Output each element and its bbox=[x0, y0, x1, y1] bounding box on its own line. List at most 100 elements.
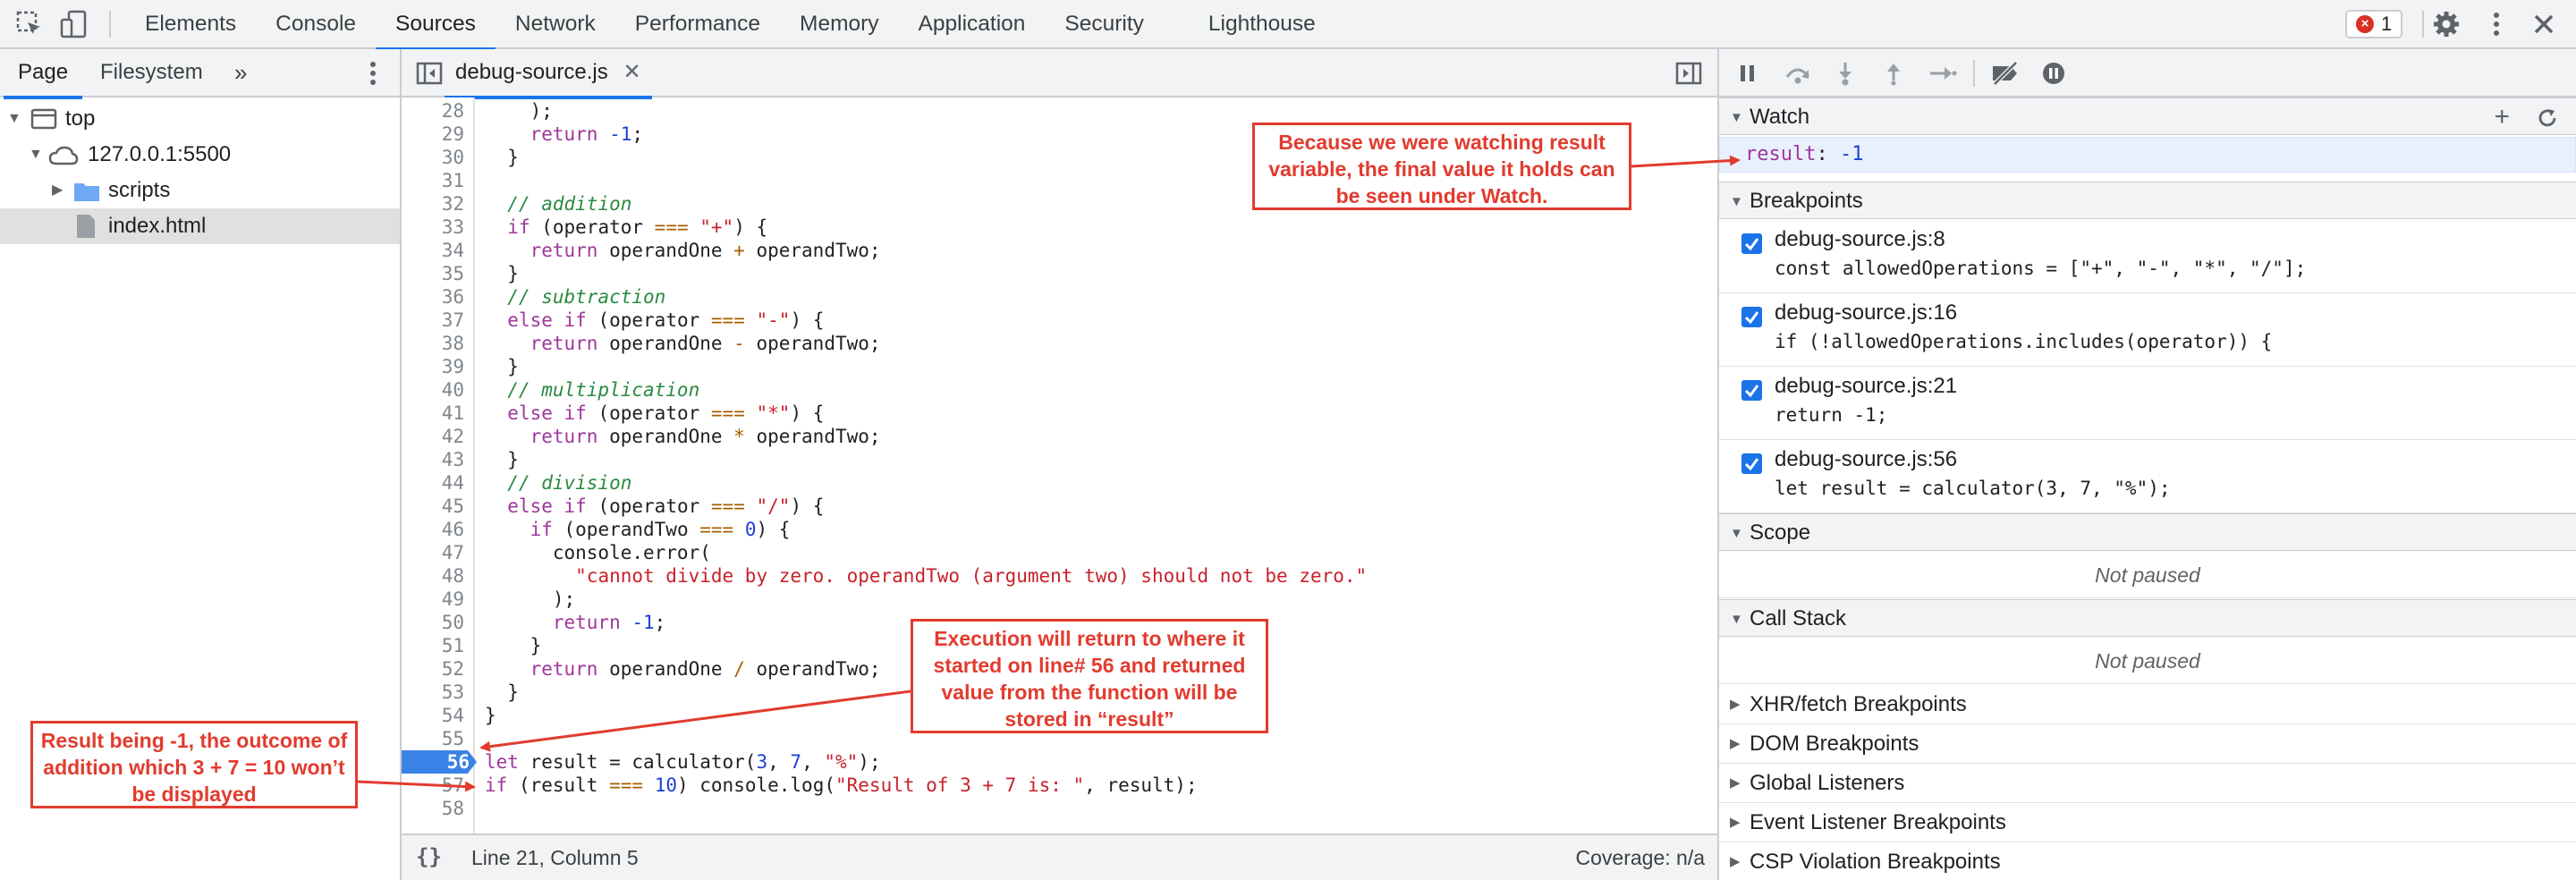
tab-lighthouse[interactable]: Lighthouse bbox=[1189, 0, 1335, 49]
coverage-status[interactable]: Coverage: n/a bbox=[1576, 846, 1705, 870]
breakpoint-item[interactable]: debug-source.js:56 let result = calculat… bbox=[1719, 440, 2576, 513]
line-number[interactable]: 55 bbox=[402, 727, 471, 750]
watch-expression-row[interactable]: result: -1 bbox=[1719, 137, 2576, 173]
breakpoint-item[interactable]: debug-source.js:8 const allowedOperation… bbox=[1719, 220, 2576, 293]
tab-security[interactable]: Security bbox=[1045, 0, 1164, 49]
device-toolbar-icon[interactable] bbox=[59, 9, 89, 39]
navigator-menu-icon[interactable] bbox=[358, 58, 388, 89]
tab-sources[interactable]: Sources bbox=[376, 0, 496, 51]
code-line[interactable]: 44 // division bbox=[402, 471, 1717, 495]
code-line[interactable]: 48 "cannot divide by zero. operandTwo (a… bbox=[402, 564, 1717, 588]
line-number[interactable]: 32 bbox=[402, 192, 471, 216]
step-icon[interactable] bbox=[1928, 63, 1957, 84]
line-number[interactable]: 54 bbox=[402, 704, 471, 727]
dom-breakpoints-section[interactable]: ▶ DOM Breakpoints bbox=[1719, 724, 2576, 764]
tree-item-top[interactable]: ▼ top bbox=[0, 101, 400, 137]
code-line[interactable]: 36 // subtraction bbox=[402, 285, 1717, 309]
breakpoints-section-header[interactable]: ▼ Breakpoints bbox=[1719, 182, 2576, 219]
line-number[interactable]: 42 bbox=[402, 425, 471, 448]
inspect-element-icon[interactable] bbox=[14, 9, 45, 39]
watch-section-header[interactable]: ▼ Watch + bbox=[1719, 97, 2576, 135]
code-line[interactable]: 46 if (operandTwo === 0) { bbox=[402, 518, 1717, 541]
global-listeners-section[interactable]: ▶ Global Listeners bbox=[1719, 764, 2576, 803]
step-out-icon[interactable] bbox=[1882, 61, 1905, 86]
scope-section-header[interactable]: ▼ Scope bbox=[1719, 513, 2576, 551]
tab-console[interactable]: Console bbox=[256, 0, 376, 49]
line-number[interactable]: 57 bbox=[402, 774, 471, 797]
tree-item-host[interactable]: ▼ 127.0.0.1:5500 bbox=[0, 137, 400, 173]
line-number[interactable]: 58 bbox=[402, 797, 471, 820]
csp-violation-breakpoints-section[interactable]: ▶ CSP Violation Breakpoints bbox=[1719, 842, 2576, 880]
line-number[interactable]: 47 bbox=[402, 541, 471, 564]
code-line[interactable]: 34 return operandOne + operandTwo; bbox=[402, 239, 1717, 262]
xhr-breakpoints-section[interactable]: ▶ XHR/fetch Breakpoints bbox=[1719, 685, 2576, 724]
line-number[interactable]: 41 bbox=[402, 402, 471, 425]
pause-on-exceptions-icon[interactable] bbox=[2041, 61, 2066, 86]
code-line[interactable]: 35 } bbox=[402, 262, 1717, 285]
breakpoint-item[interactable]: debug-source.js:16 if (!allowedOperation… bbox=[1719, 293, 2576, 367]
code-line[interactable]: 28 ); bbox=[402, 99, 1717, 123]
code-line[interactable]: 49 ); bbox=[402, 588, 1717, 611]
line-number[interactable]: 53 bbox=[402, 681, 471, 704]
step-into-icon[interactable] bbox=[1834, 61, 1857, 86]
breakpoint-checkbox[interactable] bbox=[1741, 380, 1762, 401]
code-line[interactable]: 47 console.error( bbox=[402, 541, 1717, 564]
refresh-watch-icon[interactable] bbox=[2537, 107, 2558, 129]
call-stack-section-header[interactable]: ▼ Call Stack bbox=[1719, 599, 2576, 637]
line-number[interactable]: 34 bbox=[402, 239, 471, 262]
breakpoint-checkbox[interactable] bbox=[1741, 233, 1762, 254]
breakpoint-checkbox[interactable] bbox=[1741, 453, 1762, 474]
line-number[interactable]: 29 bbox=[402, 123, 471, 146]
add-watch-icon[interactable]: + bbox=[2494, 98, 2510, 136]
tab-memory[interactable]: Memory bbox=[780, 0, 898, 49]
line-number[interactable]: 33 bbox=[402, 216, 471, 239]
code-line[interactable]: 33 if (operator === "+") { bbox=[402, 216, 1717, 239]
file-tab-debug-source[interactable]: debug-source.js ✕ bbox=[445, 49, 652, 99]
code-line[interactable]: 38 return operandOne - operandTwo; bbox=[402, 332, 1717, 355]
line-number[interactable]: 31 bbox=[402, 169, 471, 192]
line-number[interactable]: 45 bbox=[402, 495, 471, 518]
toggle-navigator-icon[interactable] bbox=[416, 62, 443, 85]
deactivate-breakpoints-icon[interactable] bbox=[1989, 61, 2021, 86]
line-number[interactable]: 46 bbox=[402, 518, 471, 541]
more-tabs-chevron-icon[interactable]: » bbox=[234, 49, 247, 97]
step-over-icon[interactable] bbox=[1784, 61, 1812, 86]
code-line[interactable]: 37 else if (operator === "-") { bbox=[402, 309, 1717, 332]
code-line[interactable]: 43 } bbox=[402, 448, 1717, 471]
settings-gear-icon[interactable] bbox=[2431, 9, 2462, 39]
code-line[interactable]: 58 bbox=[402, 797, 1717, 820]
breakpoint-item[interactable]: debug-source.js:21 return -1; bbox=[1719, 367, 2576, 440]
line-number[interactable]: 36 bbox=[402, 285, 471, 309]
close-tab-icon[interactable]: ✕ bbox=[623, 60, 640, 84]
more-options-icon[interactable] bbox=[2481, 9, 2512, 39]
line-number[interactable]: 43 bbox=[402, 448, 471, 471]
tree-item-scripts-folder[interactable]: ▶ scripts bbox=[0, 173, 400, 208]
tab-filesystem[interactable]: Filesystem bbox=[100, 49, 203, 97]
tab-page[interactable]: Page bbox=[3, 49, 83, 99]
breakpoint-line-number[interactable]: 56 bbox=[402, 750, 477, 774]
line-number[interactable]: 48 bbox=[402, 564, 471, 588]
code-line[interactable]: 39 } bbox=[402, 355, 1717, 378]
line-number[interactable]: 39 bbox=[402, 355, 471, 378]
tab-performance[interactable]: Performance bbox=[615, 0, 780, 49]
line-number[interactable]: 37 bbox=[402, 309, 471, 332]
line-number[interactable]: 49 bbox=[402, 588, 471, 611]
pretty-print-icon[interactable]: {} bbox=[416, 844, 442, 869]
code-line[interactable]: 56 let result = calculator(3, 7, "%"); bbox=[402, 750, 1717, 774]
code-line[interactable]: 42 return operandOne * operandTwo; bbox=[402, 425, 1717, 448]
code-line[interactable]: 57 if (result === 10) console.log("Result… bbox=[402, 774, 1717, 797]
breakpoint-checkbox[interactable] bbox=[1741, 307, 1762, 327]
line-number[interactable]: 51 bbox=[402, 634, 471, 657]
line-number[interactable]: 35 bbox=[402, 262, 471, 285]
line-number[interactable]: 30 bbox=[402, 146, 471, 169]
line-number[interactable]: 50 bbox=[402, 611, 471, 634]
line-number[interactable]: 40 bbox=[402, 378, 471, 402]
line-number[interactable]: 44 bbox=[402, 471, 471, 495]
tab-application[interactable]: Application bbox=[899, 0, 1046, 49]
line-number[interactable]: 52 bbox=[402, 657, 471, 681]
code-line[interactable]: 45 else if (operator === "/") { bbox=[402, 495, 1717, 518]
code-line[interactable]: 41 else if (operator === "*") { bbox=[402, 402, 1717, 425]
line-number[interactable]: 28 bbox=[402, 99, 471, 123]
tree-item-index-html[interactable]: index.html bbox=[0, 208, 400, 244]
event-listener-breakpoints-section[interactable]: ▶ Event Listener Breakpoints bbox=[1719, 803, 2576, 842]
